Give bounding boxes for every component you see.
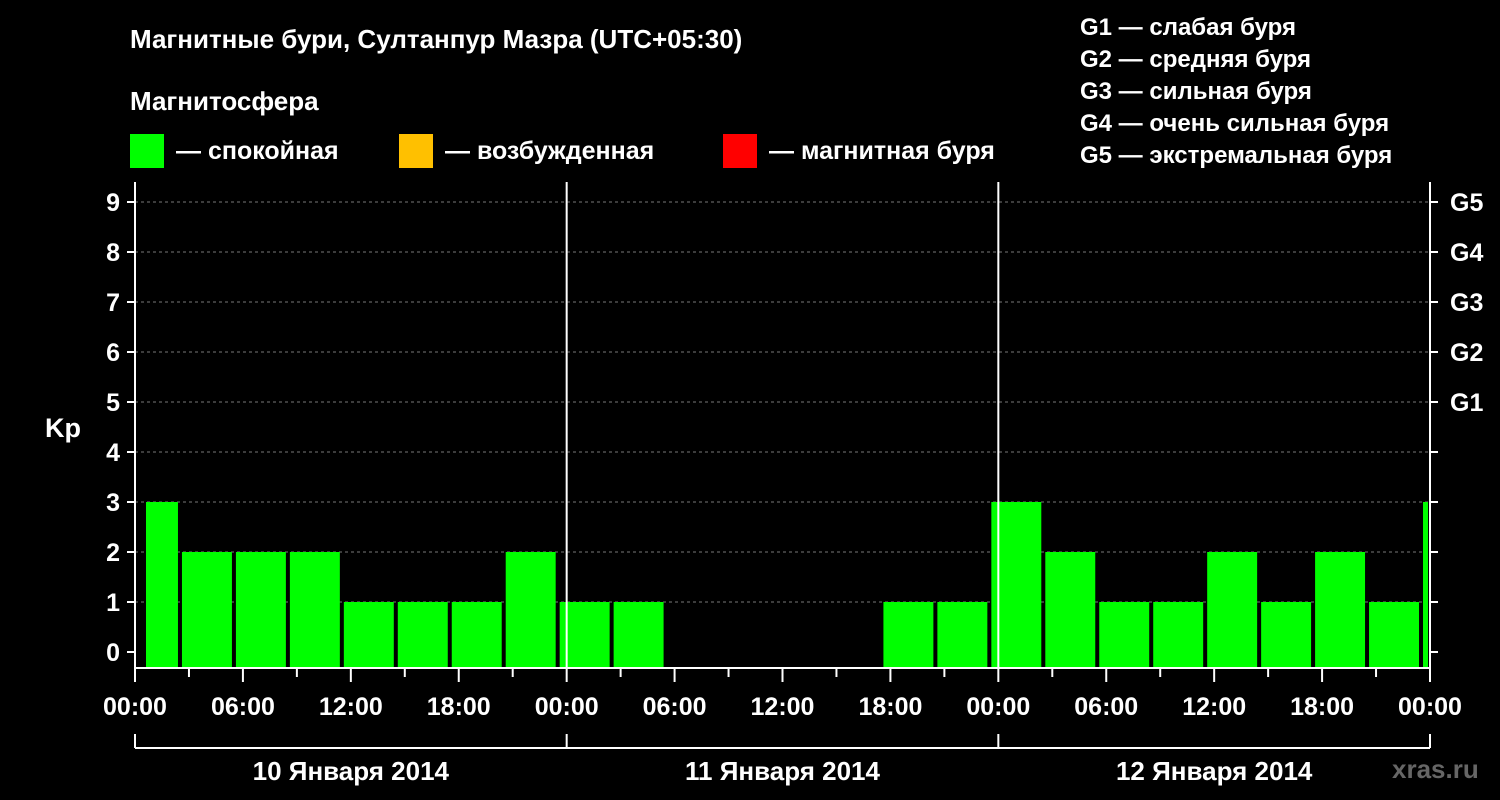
- kp-bar: [613, 602, 664, 668]
- kp-bar: [145, 502, 178, 668]
- g-tick-label: G2: [1450, 339, 1483, 367]
- x-tick-label: 18:00: [858, 693, 922, 721]
- kp-bar: [397, 602, 448, 668]
- y-tick-label: 8: [106, 239, 120, 267]
- kp-bar: [343, 602, 394, 668]
- y-tick-label: 3: [106, 489, 120, 517]
- kp-bar: [1261, 602, 1312, 668]
- kp-bar: [1099, 602, 1150, 668]
- kp-bar: [289, 552, 340, 668]
- y-tick-label: 0: [106, 639, 120, 667]
- y-tick-label: 1: [106, 589, 120, 617]
- kp-bar: [181, 552, 232, 668]
- x-tick-label: 06:00: [1074, 693, 1138, 721]
- x-tick-label: 18:00: [1290, 693, 1354, 721]
- day-label: 12 Января 2014: [1116, 756, 1313, 786]
- g-tick-label: G1: [1450, 389, 1483, 417]
- day-label: 11 Января 2014: [685, 756, 881, 786]
- kp-bar: [937, 602, 988, 668]
- kp-bar: [1153, 602, 1204, 668]
- y-tick-label: 6: [106, 339, 120, 367]
- x-tick-label: 12:00: [751, 693, 815, 721]
- y-tick-label: 9: [106, 189, 120, 217]
- kp-bar: [505, 552, 556, 668]
- y-tick-label: 2: [106, 539, 120, 567]
- y-axis-label: Kp: [45, 413, 81, 443]
- kp-bar: [235, 552, 286, 668]
- g-tick-label: G4: [1450, 239, 1483, 267]
- kp-chart: 0 1 2 3 4 5 6 7 8 9 G1 G2 G3 G4 G5 Kp 00:00 06:00 12:00 18:…: [45, 182, 1483, 786]
- x-tick-label: 00:00: [966, 693, 1030, 721]
- y-tick-label: 5: [106, 389, 120, 417]
- x-tick-label: 12:00: [1182, 693, 1246, 721]
- x-tick-label: 06:00: [211, 693, 275, 721]
- kp-bar: [883, 602, 934, 668]
- watermark: xras.ru: [1392, 754, 1479, 784]
- g-tick-label: G5: [1450, 189, 1483, 217]
- y-tick-label: 7: [106, 289, 120, 317]
- day-label: 10 Января 2014: [253, 756, 450, 786]
- kp-bar: [1423, 502, 1428, 668]
- x-tick-label: 12:00: [319, 693, 383, 721]
- x-tick-label: 00:00: [1398, 693, 1462, 721]
- kp-bar: [1207, 552, 1258, 668]
- y-tick-label: 4: [106, 439, 120, 467]
- x-tick-label: 18:00: [427, 693, 491, 721]
- x-tick-label: 06:00: [643, 693, 707, 721]
- kp-bar: [1369, 602, 1420, 668]
- g-tick-label: G3: [1450, 289, 1483, 317]
- x-tick-label: 00:00: [535, 693, 599, 721]
- kp-bar: [1315, 552, 1366, 668]
- kp-bar: [451, 602, 502, 668]
- kp-bar: [1045, 552, 1096, 668]
- x-tick-label: 00:00: [103, 693, 167, 721]
